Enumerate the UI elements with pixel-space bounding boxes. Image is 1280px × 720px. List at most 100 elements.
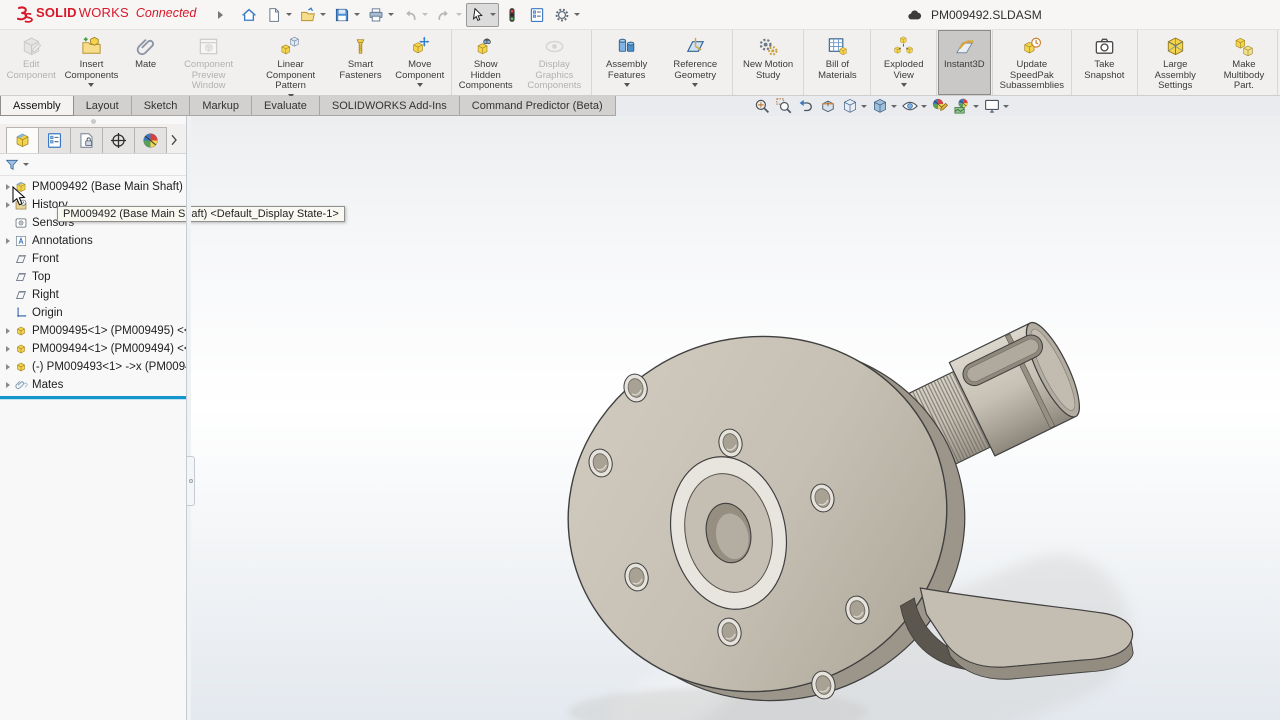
panel-tab-propertymanager[interactable]: [38, 127, 71, 153]
view-settings-icon: [983, 97, 1001, 115]
settings-button[interactable]: [550, 3, 583, 27]
instant3d-button[interactable]: Instant3D: [938, 30, 991, 95]
ribbon-group-0: Edit ComponentInsert ComponentsMateCompo…: [2, 30, 452, 95]
apply-scene-button[interactable]: [952, 97, 980, 115]
redo-dropdown-caret[interactable]: [456, 13, 462, 16]
tab-evaluate[interactable]: Evaluate: [251, 96, 320, 116]
tab-solidworks-add-ins[interactable]: SOLIDWORKS Add-Ins: [319, 96, 460, 116]
new-document-dropdown-caret[interactable]: [286, 13, 292, 16]
mate-button[interactable]: Mate: [124, 30, 168, 95]
insert-components-button[interactable]: Insert Components: [59, 30, 123, 95]
checklist-button[interactable]: [525, 3, 549, 27]
view-orientation-button[interactable]: [840, 97, 868, 115]
assembly-features-dropdown-caret[interactable]: [624, 83, 630, 87]
new-document-button[interactable]: [262, 3, 295, 27]
bill-of-materials-button[interactable]: Bill of Materials: [805, 30, 869, 95]
move-component-button[interactable]: Move Component: [389, 30, 450, 95]
tree-item-annotations[interactable]: Annotations: [0, 232, 186, 250]
panel-tabs-overflow-button[interactable]: [166, 127, 182, 153]
save-dropdown-caret[interactable]: [354, 13, 360, 16]
tree-item-top[interactable]: Top: [0, 268, 186, 286]
print-dropdown-caret[interactable]: [388, 13, 394, 16]
home-icon: [240, 6, 258, 24]
panel-tab-configurationmanager[interactable]: [70, 127, 103, 153]
expand-arrow[interactable]: [2, 364, 14, 370]
exploded-view-button[interactable]: Exploded View: [872, 30, 935, 95]
panel-tab-dimxpertmanager[interactable]: [102, 127, 135, 153]
rollback-bar[interactable]: [0, 396, 186, 399]
apply-scene-dropdown-caret[interactable]: [973, 105, 979, 108]
previous-view-button[interactable]: [796, 97, 816, 115]
exploded-view-dropdown-caret[interactable]: [901, 83, 907, 87]
model-base-main-shaft[interactable]: [191, 116, 1280, 720]
display-style-dropdown-caret[interactable]: [891, 105, 897, 108]
panel-tab-featuremanager[interactable]: [6, 127, 39, 153]
zoom-to-area-button[interactable]: [774, 97, 794, 115]
redo-button[interactable]: [432, 3, 465, 27]
edit-appearance-button[interactable]: [930, 97, 950, 115]
select-dropdown-caret[interactable]: [490, 13, 496, 16]
new-motion-study-button[interactable]: New Motion Study: [734, 30, 803, 95]
settings-dropdown-caret[interactable]: [574, 13, 580, 16]
display-graphics-components-button[interactable]: Display Graphics Components: [518, 30, 590, 95]
brand-expander-icon[interactable]: [218, 11, 223, 19]
save-button[interactable]: [330, 3, 363, 27]
component-preview-window-button[interactable]: Component Preview Window: [168, 30, 250, 95]
mouse-cursor: [12, 186, 27, 207]
smart-fasteners-icon: [349, 35, 372, 58]
make-multibody-part-button[interactable]: Make Multibody Part.: [1212, 30, 1276, 95]
filter-funnel-icon[interactable]: [4, 157, 20, 173]
view-settings-button[interactable]: [982, 97, 1010, 115]
tree-item-mates[interactable]: Mates: [0, 376, 186, 394]
large-assembly-settings-button[interactable]: Large Assembly Settings: [1139, 30, 1212, 95]
reference-geometry-dropdown-caret[interactable]: [692, 83, 698, 87]
linear-component-pattern-button[interactable]: Linear Component Pattern: [250, 30, 332, 95]
undo-button[interactable]: [398, 3, 431, 27]
tree-item-pm009493-1[interactable]: (-) PM009493<1> ->x (PM009493: [0, 358, 186, 376]
lifecycle-button[interactable]: [500, 3, 524, 27]
tab-command-predictor-beta[interactable]: Command Predictor (Beta): [459, 96, 616, 116]
tree-item-front[interactable]: Front: [0, 250, 186, 268]
view-orientation-dropdown-caret[interactable]: [861, 105, 867, 108]
reference-geometry-button[interactable]: Reference Geometry: [660, 30, 731, 95]
tree-item-origin[interactable]: Origin: [0, 304, 186, 322]
take-snapshot-button[interactable]: Take Snapshot: [1073, 30, 1136, 95]
section-view-button[interactable]: [818, 97, 838, 115]
tab-sketch[interactable]: Sketch: [131, 96, 191, 116]
zoom-to-fit-button[interactable]: [752, 97, 772, 115]
select-button[interactable]: [466, 3, 499, 27]
expand-arrow[interactable]: [2, 238, 14, 244]
edit-component-button[interactable]: Edit Component: [3, 30, 59, 95]
open-button[interactable]: [296, 3, 329, 27]
view-settings-dropdown-caret[interactable]: [1003, 105, 1009, 108]
update-speedpak-subassemblies-button[interactable]: Update SpeedPak Subassemblies: [994, 30, 1070, 95]
hide-show-items-dropdown-caret[interactable]: [921, 105, 927, 108]
tab-layout[interactable]: Layout: [73, 96, 132, 116]
panel-tab-displaymanager[interactable]: [134, 127, 167, 153]
panel-splitter[interactable]: [186, 116, 191, 720]
move-component-dropdown-caret[interactable]: [417, 83, 423, 87]
expand-arrow[interactable]: [2, 328, 14, 334]
home-button[interactable]: [237, 3, 261, 27]
filter-dropdown-caret[interactable]: [23, 163, 29, 166]
undo-dropdown-caret[interactable]: [422, 13, 428, 16]
smart-fasteners-button[interactable]: Smart Fasteners: [332, 30, 390, 95]
viewport-3d[interactable]: [191, 116, 1280, 720]
open-dropdown-caret[interactable]: [320, 13, 326, 16]
print-button[interactable]: [364, 3, 397, 27]
expand-arrow[interactable]: [2, 382, 14, 388]
splitter-handle[interactable]: [186, 456, 195, 506]
assembly-features-button[interactable]: Assembly Features: [593, 30, 659, 95]
display-style-button[interactable]: [870, 97, 898, 115]
expand-arrow[interactable]: [2, 346, 14, 352]
ref-plane-icon: [14, 252, 28, 266]
tree-item-right[interactable]: Right: [0, 286, 186, 304]
hide-show-items-button[interactable]: [900, 97, 928, 115]
show-hidden-components-button[interactable]: Show Hidden Components: [453, 30, 518, 95]
insert-components-dropdown-caret[interactable]: [88, 83, 94, 87]
tab-markup[interactable]: Markup: [189, 96, 252, 116]
tree-item-pm009492-base-mai[interactable]: PM009492 (Base Main Shaft) <Default_: [0, 178, 186, 196]
tree-item-pm009494-1-pm009[interactable]: PM009494<1> (PM009494) <<Def: [0, 340, 186, 358]
tab-assembly[interactable]: Assembly: [0, 96, 74, 116]
tree-item-pm009495-1-pm009[interactable]: PM009495<1> (PM009495) <<Def: [0, 322, 186, 340]
